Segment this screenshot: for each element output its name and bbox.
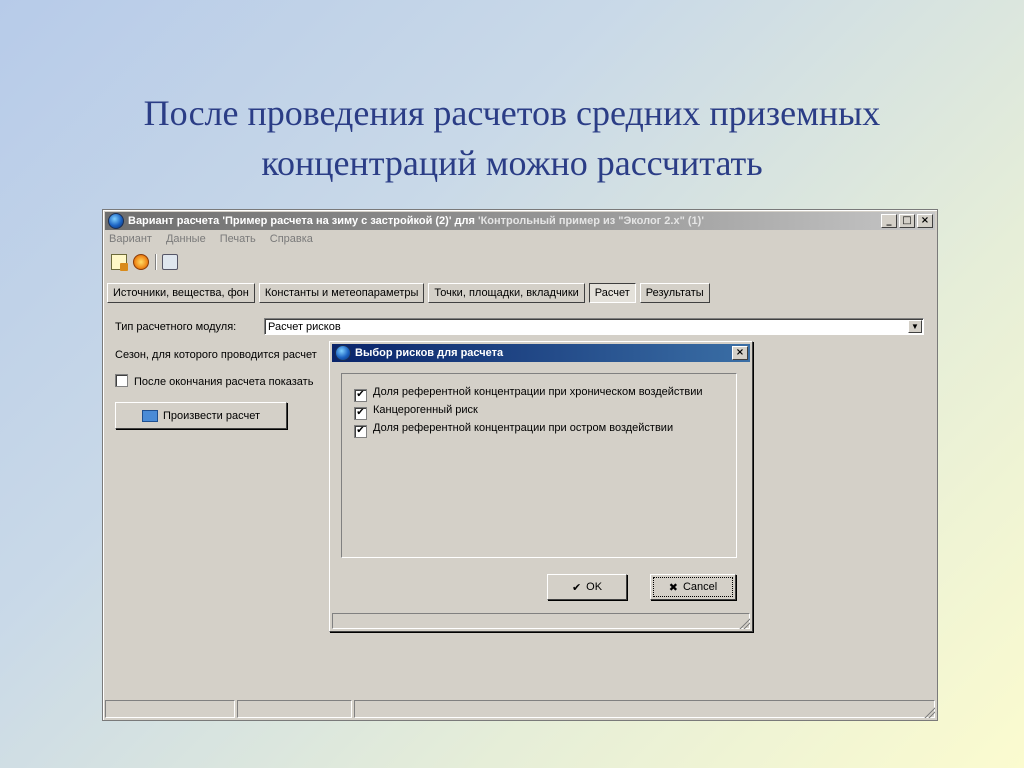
- dialog-close-button[interactable]: ×: [732, 346, 748, 360]
- slide-title-line-1: После проведения расчетов средних призем…: [143, 93, 881, 133]
- resize-grip[interactable]: [923, 706, 935, 718]
- status-cell-1: [105, 700, 235, 718]
- window-titlebar[interactable]: Вариант расчета 'Пример расчета на зиму …: [105, 212, 935, 230]
- cancel-label: Cancel: [682, 581, 718, 593]
- module-type-label: Тип расчетного модуля:: [115, 321, 237, 333]
- tab-sources[interactable]: Источники, вещества, фон: [107, 283, 255, 303]
- ok-label: OK: [586, 581, 603, 593]
- run-calculation-label: Произвести расчет: [162, 409, 261, 422]
- after-calc-checkbox[interactable]: [115, 374, 128, 387]
- toolbar: [111, 254, 178, 271]
- season-label: Сезон, для которого проводится расчет: [115, 349, 317, 361]
- checkbox-checked-icon[interactable]: ✔: [354, 425, 367, 438]
- dialog-status-bar: [332, 613, 750, 629]
- calculator-icon: [141, 409, 158, 422]
- module-type-select[interactable]: Расчет рисков ▼: [264, 318, 924, 335]
- close-button[interactable]: ×: [917, 214, 933, 228]
- module-type-value: Расчет рисков: [268, 321, 341, 333]
- menu-help[interactable]: Справка: [270, 233, 313, 245]
- menu-data[interactable]: Данные: [166, 233, 206, 245]
- slide-title-line-2: концентраций можно рассчитать: [261, 143, 763, 183]
- status-bar: [105, 700, 935, 718]
- menu-variant[interactable]: Вариант: [109, 233, 152, 245]
- tab-results[interactable]: Результаты: [639, 283, 710, 303]
- checkbox-checked-icon[interactable]: ✔: [354, 389, 367, 402]
- tab-constants[interactable]: Константы и метеопараметры: [258, 283, 425, 303]
- risk-option-chronic[interactable]: ✔ Доля референтной концентрации при хрони…: [354, 386, 703, 402]
- tab-strip: Источники, вещества, фон Константы и мет…: [107, 283, 710, 303]
- toolbar-separator: [155, 254, 156, 270]
- dialog-titlebar[interactable]: Выбор рисков для расчета ×: [332, 344, 750, 362]
- print-icon[interactable]: [162, 254, 178, 270]
- dialog-resize-grip[interactable]: [738, 617, 750, 629]
- risk-option-acute-label: Доля референтной концентрации при остром…: [373, 422, 674, 434]
- document-icon[interactable]: [111, 254, 128, 271]
- status-cell-3: [354, 700, 935, 718]
- risk-option-carcinogenic-label: Канцерогенный риск: [373, 404, 478, 416]
- dialog-title: Выбор рисков для расчета: [355, 347, 504, 359]
- risk-options-group: ✔ Доля референтной концентрации при хрони…: [341, 373, 737, 558]
- risk-option-acute[interactable]: ✔ Доля референтной концентрации при остро…: [354, 422, 673, 438]
- menu-bar: Вариант Данные Печать Справка: [109, 233, 313, 245]
- risk-option-chronic-label: Доля референтной концентрации при хронич…: [373, 386, 703, 398]
- tab-calculation[interactable]: Расчет: [588, 283, 636, 303]
- checkbox-checked-icon[interactable]: ✔: [354, 407, 367, 420]
- risk-selection-dialog: Выбор рисков для расчета × ✔ Доля референ…: [329, 341, 753, 632]
- cancel-button[interactable]: ✖ Cancel: [650, 574, 736, 600]
- run-icon[interactable]: [133, 254, 149, 270]
- window-title-main: Вариант расчета 'Пример расчета на зиму …: [128, 215, 475, 227]
- dialog-globe-icon: [335, 345, 351, 361]
- minimize-button[interactable]: _: [881, 214, 897, 228]
- chevron-down-icon[interactable]: ▼: [908, 320, 922, 333]
- run-calculation-button[interactable]: Произвести расчет: [115, 402, 287, 429]
- slide-title: После проведения расчетов средних призем…: [60, 88, 964, 188]
- app-globe-icon: [108, 213, 124, 229]
- window-title: Вариант расчета 'Пример расчета на зиму …: [128, 215, 704, 227]
- x-icon: ✖: [668, 581, 678, 594]
- after-calc-row[interactable]: После окончания расчета показать: [115, 374, 313, 388]
- after-calc-label: После окончания расчета показать: [134, 376, 314, 388]
- status-cell-2: [237, 700, 352, 718]
- maximize-button[interactable]: □: [899, 214, 915, 228]
- menu-print[interactable]: Печать: [220, 233, 256, 245]
- tab-points[interactable]: Точки, площадки, вкладчики: [428, 283, 585, 303]
- check-icon: ✔: [571, 581, 582, 594]
- risk-option-carcinogenic[interactable]: ✔ Канцерогенный риск: [354, 404, 478, 420]
- ok-button[interactable]: ✔ OK: [547, 574, 627, 600]
- window-title-rest: 'Контрольный пример из "Эколог 2.х" (1)': [477, 215, 704, 227]
